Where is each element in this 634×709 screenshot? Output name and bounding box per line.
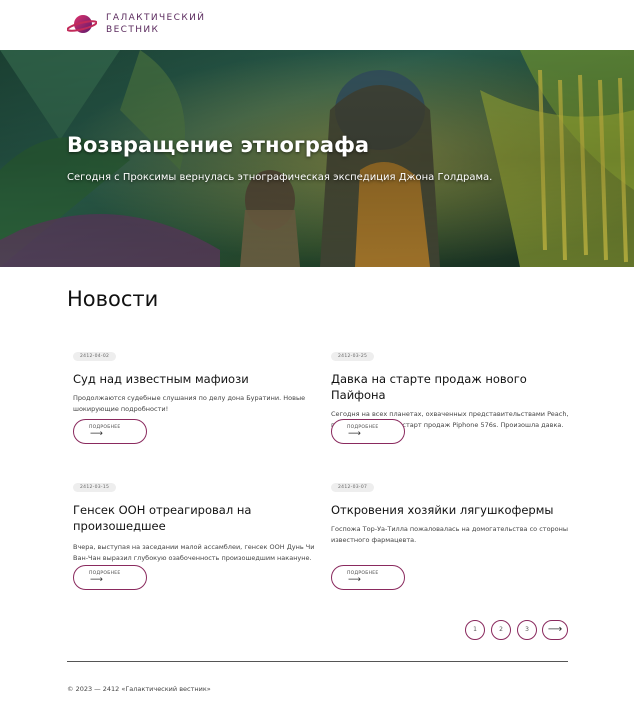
logo-line-1: ГАЛАКТИЧЕСКИЙ [106, 13, 206, 23]
news-card: 2412-03-25 Давка на старте продаж нового… [331, 342, 576, 431]
more-button[interactable]: ПОДРОБНЕЕ ⟶ [331, 419, 405, 444]
hero-banner: Возвращение этнографа Сегодня с Проксимы… [0, 50, 634, 267]
news-excerpt-line: Вчера, выступая на заседании малой ассам… [73, 543, 315, 551]
news-excerpt: Продолжаются судебные слушания по делу д… [73, 393, 318, 415]
news-title[interactable]: Давка на старте продаж нового Пайфона [331, 371, 576, 403]
news-title-line: Генсек ООН отреагировал на [73, 503, 252, 517]
copyright: © 2023 — 2412 «Галактический вестник» [67, 685, 211, 693]
arrow-right-icon: ⟶ [547, 624, 563, 635]
hero-image [0, 50, 634, 267]
page-button-1[interactable]: 1 [465, 620, 485, 640]
news-card: 2412-03-07 Откровения хозяйки лягушкофер… [331, 473, 576, 546]
news-card: 2412-03-15 Генсек ООН отреагировал на пр… [73, 473, 318, 564]
page-button-3[interactable]: 3 [517, 620, 537, 640]
next-page-button[interactable]: ⟶ [542, 620, 568, 640]
news-date: 2412-03-07 [331, 483, 375, 492]
news-excerpt-line: Госпожа Тор-Уа-Тилла пожаловалась на дом… [331, 525, 569, 533]
logo-line-2: ВЕСТНИК [106, 25, 160, 35]
news-excerpt-line: Продолжаются судебные слушания по делу д… [73, 394, 306, 402]
hero-title: Возвращение этнографа [67, 133, 370, 157]
news-section-title: Новости [67, 287, 159, 311]
news-title[interactable]: Откровения хозяйки лягушкофермы [331, 502, 576, 518]
more-button[interactable]: ПОДРОБНЕЕ ⟶ [73, 565, 147, 590]
news-excerpt-line: шокирующие подробности! [73, 405, 169, 413]
news-excerpt-line: Ван-Чан выразил глубокую озабоченность п… [73, 554, 312, 562]
news-title-line: произошедшее [73, 519, 166, 533]
hero-subtitle: Сегодня с Проксимы вернулась этнографиче… [67, 172, 493, 183]
news-card: 2412-04-02 Суд над известным мафиози Про… [73, 342, 318, 415]
logo-link[interactable]: ГАЛАКТИЧЕСКИЙ ВЕСТНИК [67, 11, 205, 37]
news-title[interactable]: Суд над известным мафиози [73, 371, 318, 387]
planet-ring-icon [67, 15, 97, 33]
arrow-right-icon: ⟶ [348, 575, 361, 585]
news-excerpt: Вчера, выступая на заседании малой ассам… [73, 542, 318, 564]
news-title[interactable]: Генсек ООН отреагировал на произошедшее [73, 502, 318, 534]
footer-divider [67, 661, 568, 662]
more-button[interactable]: ПОДРОБНЕЕ ⟶ [73, 419, 147, 444]
news-date: 2412-03-25 [331, 352, 375, 361]
news-date: 2412-03-15 [73, 483, 117, 492]
news-excerpt: Госпожа Тор-Уа-Тилла пожаловалась на дом… [331, 524, 576, 546]
page-button-2[interactable]: 2 [491, 620, 511, 640]
news-excerpt-line: Сегодня на всех планетах, охваченных пре… [331, 410, 569, 418]
news-excerpt-line: известного фармацевта. [331, 536, 417, 544]
site-header: ГАЛАКТИЧЕСКИЙ ВЕСТНИК [0, 0, 634, 50]
more-button[interactable]: ПОДРОБНЕЕ ⟶ [331, 565, 405, 590]
news-date: 2412-04-02 [73, 352, 117, 361]
logo-text: ГАЛАКТИЧЕСКИЙ ВЕСТНИК [106, 12, 205, 36]
arrow-right-icon: ⟶ [348, 429, 361, 439]
arrow-right-icon: ⟶ [90, 429, 103, 439]
arrow-right-icon: ⟶ [90, 575, 103, 585]
